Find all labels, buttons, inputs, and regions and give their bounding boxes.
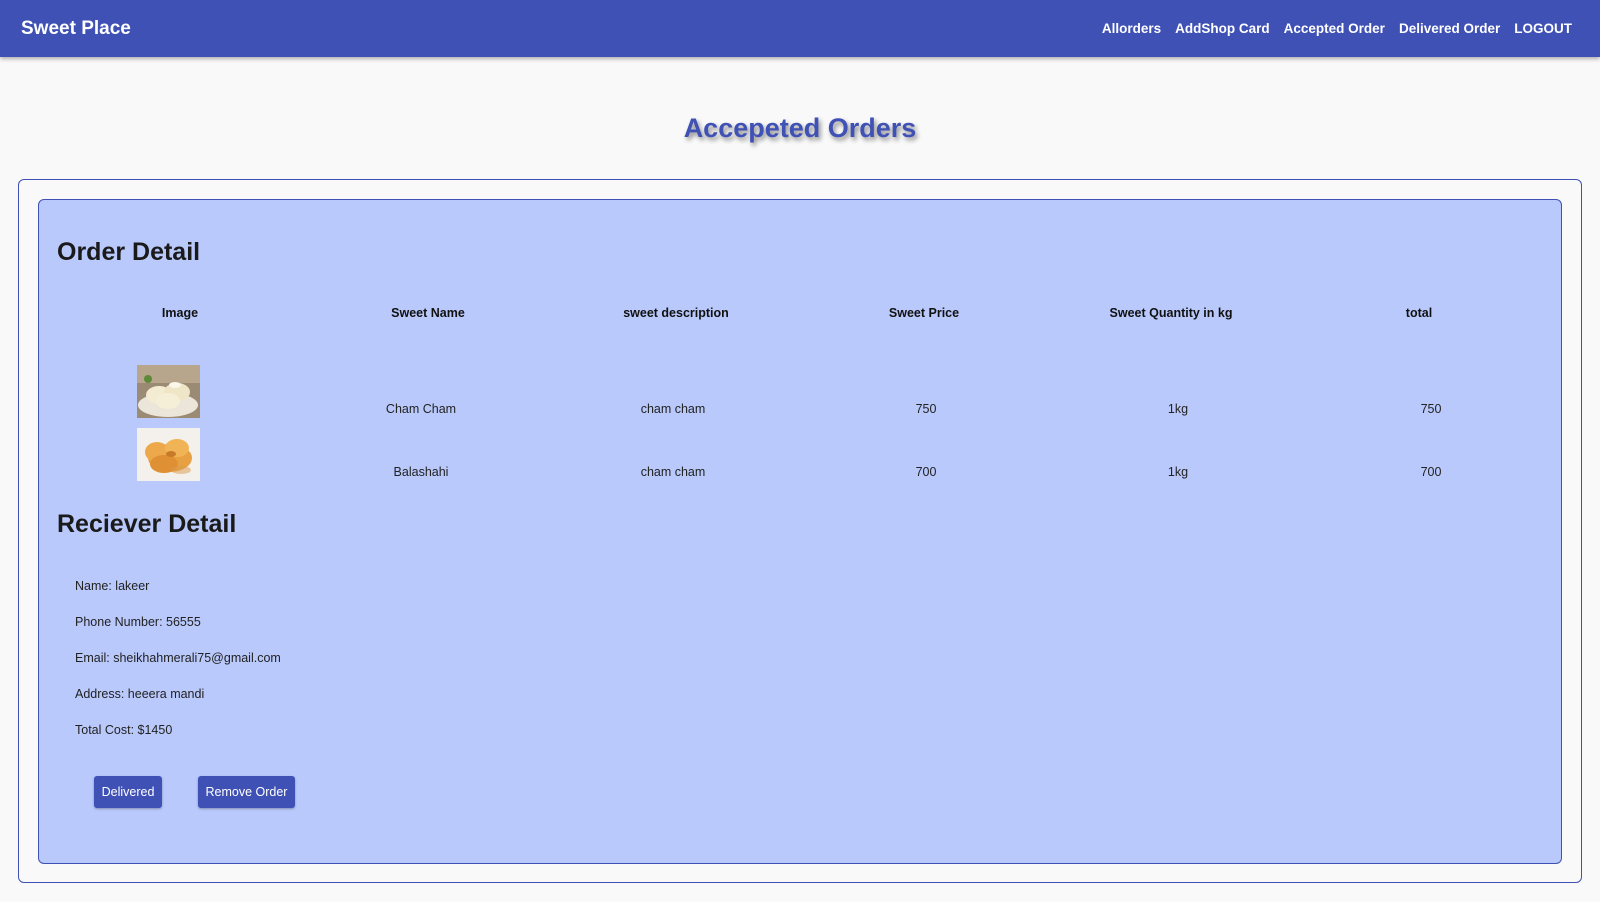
row-2-description: cham cham: [640, 465, 706, 479]
delivered-button[interactable]: Delivered: [94, 776, 162, 808]
order-card: [38, 199, 1562, 864]
column-header-sweet-quantity: Sweet Quantity in kg: [1109, 306, 1233, 320]
column-header-sweet-price: Sweet Price: [888, 306, 960, 320]
nav-link-allorders[interactable]: Allorders: [1102, 21, 1161, 36]
nav-link-logout[interactable]: LOGOUT: [1514, 21, 1572, 36]
row-1-total: 750: [1420, 402, 1442, 416]
column-header-image: Image: [161, 306, 199, 320]
receiver-detail-heading: Reciever Detail: [57, 510, 237, 538]
remove-order-button[interactable]: Remove Order: [198, 776, 295, 808]
page-title: Accepeted Orders: [683, 113, 917, 143]
column-header-total: total: [1405, 306, 1433, 320]
nav-links: Allorders AddShop Card Accepted Order De…: [1102, 21, 1579, 36]
receiver-name: Name: lakeer: [75, 579, 150, 593]
top-navbar: Sweet Place Allorders AddShop Card Accep…: [0, 0, 1600, 57]
balashahi-image: [137, 428, 200, 481]
column-header-sweet-name: Sweet Name: [391, 306, 465, 320]
nav-link-delivered-order[interactable]: Delivered Order: [1399, 21, 1500, 36]
row-1-price: 750: [915, 402, 937, 416]
receiver-email: Email: sheikhahmerali75@gmail.com: [75, 651, 281, 665]
row-2-sweet-name: Balashahi: [393, 465, 449, 479]
nav-link-addshop-card[interactable]: AddShop Card: [1175, 21, 1270, 36]
row-1-description: cham cham: [640, 402, 706, 416]
nav-link-accepted-order[interactable]: Accepted Order: [1284, 21, 1385, 36]
order-detail-heading: Order Detail: [57, 238, 201, 266]
receiver-address: Address: heeera mandi: [75, 687, 205, 701]
row-2-price: 700: [915, 465, 937, 479]
receiver-total-cost: Total Cost: $1450: [75, 723, 173, 737]
brand-logo-text[interactable]: Sweet Place: [21, 18, 1102, 40]
cham-cham-image: [137, 365, 200, 418]
row-2-total: 700: [1420, 465, 1442, 479]
receiver-phone: Phone Number: 56555: [75, 615, 201, 629]
row-2-quantity: 1kg: [1167, 465, 1189, 479]
row-1-quantity: 1kg: [1167, 402, 1189, 416]
column-header-sweet-description: sweet description: [623, 306, 729, 320]
row-1-sweet-name: Cham Cham: [385, 402, 457, 416]
